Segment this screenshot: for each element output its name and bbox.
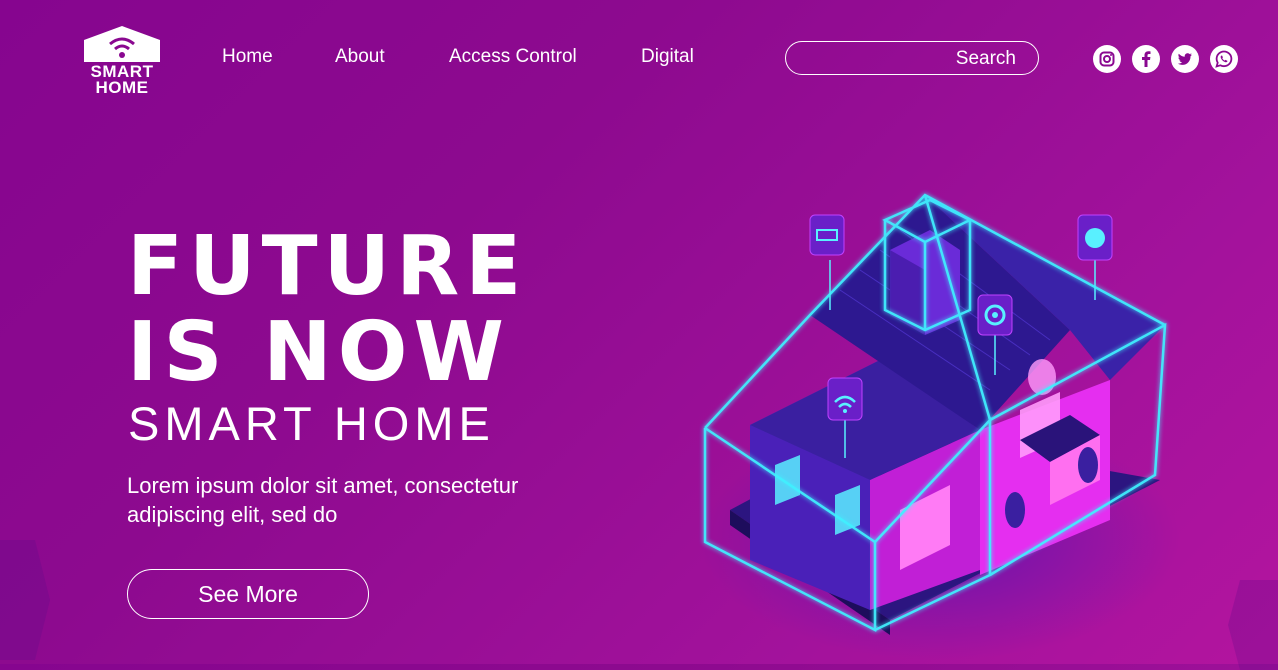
search-bar: Search bbox=[785, 41, 1039, 75]
background-hex-left bbox=[0, 540, 50, 660]
hero-title: FUTURE IS NOW bbox=[127, 224, 527, 396]
nav-home[interactable]: Home bbox=[222, 46, 273, 68]
hero-title-line2: IS NOW bbox=[127, 305, 510, 400]
house-wifi-icon bbox=[84, 26, 160, 62]
nav-access-control[interactable]: Access Control bbox=[449, 46, 577, 68]
search-button[interactable]: Search bbox=[956, 48, 1016, 70]
background-hex-right bbox=[1228, 580, 1278, 670]
whatsapp-icon[interactable] bbox=[1210, 45, 1238, 73]
hero-subtitle: SMART HOME bbox=[128, 397, 495, 450]
nav-about[interactable]: About bbox=[335, 46, 385, 68]
smart-home-logo[interactable]: SMART HOME bbox=[80, 24, 164, 96]
search-input[interactable] bbox=[800, 48, 954, 70]
instagram-icon[interactable] bbox=[1093, 45, 1121, 73]
see-more-button[interactable]: See More bbox=[127, 569, 369, 619]
smart-house-illustration bbox=[700, 193, 1180, 660]
twitter-icon[interactable] bbox=[1171, 45, 1199, 73]
facebook-icon[interactable] bbox=[1132, 45, 1160, 73]
logo-text-line2: HOME bbox=[95, 78, 149, 97]
nav-digital[interactable]: Digital bbox=[641, 46, 694, 68]
hero-description: Lorem ipsum dolor sit amet, consectetur … bbox=[127, 473, 519, 527]
hero-title-line1: FUTURE bbox=[127, 219, 528, 314]
